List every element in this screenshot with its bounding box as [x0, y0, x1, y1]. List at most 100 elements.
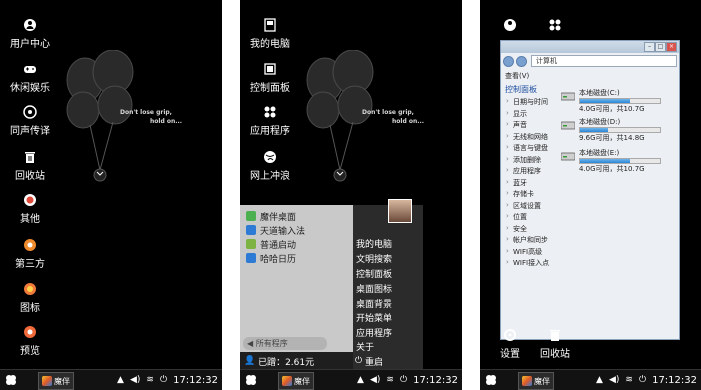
- volume-icon[interactable]: ◀): [130, 375, 140, 385]
- nav-item[interactable]: 语言与键盘: [505, 143, 567, 155]
- drive-usage-fill: [580, 128, 608, 132]
- person-icon: 👤: [244, 356, 259, 366]
- globe-icon: [264, 151, 276, 163]
- arrow-icon: ◀: [247, 339, 256, 348]
- forward-button[interactable]: [516, 55, 527, 67]
- nav-item[interactable]: 位置: [505, 212, 567, 224]
- desktop-icon-my-computer[interactable]: 我的电脑: [240, 18, 300, 50]
- up-arrow-icon[interactable]: ▲: [117, 375, 124, 385]
- start-menu-item-input-method[interactable]: 天道输入法: [240, 223, 353, 237]
- nav-item[interactable]: 安全: [505, 224, 567, 236]
- wallpaper-quote-line1: Don't lose grip,: [120, 109, 172, 116]
- app-logo-icon: [522, 376, 532, 386]
- taskbar-app-button[interactable]: 魔伴: [518, 372, 554, 390]
- power-icon[interactable]: ⏻: [160, 375, 167, 385]
- clock: 17:12:32: [652, 374, 697, 386]
- drive-item-e[interactable]: 本地磁盘(E:) 4.0G可用，共10.7G: [561, 148, 676, 174]
- app-logo-icon: [42, 376, 52, 386]
- system-tray: ▲ ◀) ≋ ⏻ 17:12:32: [351, 373, 458, 387]
- taskbar-app-button[interactable]: 魔伴: [38, 372, 74, 390]
- desktop-icon-leisure[interactable]: 休闲娱乐: [0, 62, 60, 94]
- back-button[interactable]: [503, 55, 514, 67]
- panel-title: 控制面板: [505, 85, 537, 94]
- close-icon[interactable]: ×: [666, 42, 677, 52]
- drive-usage-fill: [580, 159, 631, 163]
- wifi-icon[interactable]: ≋: [625, 375, 633, 385]
- desktop-icon-recycle-bin[interactable]: 回收站: [0, 150, 60, 182]
- nav-item[interactable]: 显示: [505, 109, 567, 121]
- start-clover-icon[interactable]: [244, 373, 258, 387]
- desktop-icon-user-center[interactable]: 用户中心: [0, 18, 60, 50]
- restart-button[interactable]: ⏻ 重启: [355, 354, 395, 368]
- wifi-icon[interactable]: ≋: [386, 375, 394, 385]
- avatar[interactable]: [388, 199, 412, 223]
- start-menu-item-mobanzhuomian[interactable]: 魔伴桌面: [240, 209, 353, 223]
- start-menu-item-normal-boot[interactable]: 普通启动: [240, 237, 353, 251]
- nav-item[interactable]: 区域设置: [505, 201, 567, 213]
- explorer-window: – □ × 计算机 查看(V) 控制面板 日期与时间 显示 声音 无线和网络 语…: [500, 40, 680, 340]
- nav-item[interactable]: 蓝牙: [505, 178, 567, 190]
- desktop-icon-other[interactable]: 其他: [0, 193, 60, 225]
- window-titlebar[interactable]: – □ ×: [501, 41, 679, 53]
- trash-icon: [25, 152, 35, 163]
- hard-drive-icon: [561, 121, 575, 130]
- up-arrow-icon[interactable]: ▲: [357, 375, 364, 385]
- minimize-icon[interactable]: –: [644, 42, 655, 52]
- desktop-icon-translate[interactable]: 同声传译: [0, 105, 60, 137]
- nav-item[interactable]: 声音: [505, 120, 567, 132]
- desktop-icon-preview[interactable]: 预览: [0, 325, 60, 357]
- desktop-icon-web-surfing[interactable]: 网上冲浪: [240, 150, 300, 182]
- clock: 17:12:32: [173, 374, 218, 386]
- start-right-item[interactable]: 应用程序: [356, 326, 392, 339]
- start-clover-icon[interactable]: [484, 373, 498, 387]
- desktop-icon-recycle-bin[interactable]: 回收站: [525, 328, 585, 360]
- nav-item[interactable]: 添加删除: [505, 155, 567, 167]
- start-menu-item-calendar[interactable]: 哈哈日历: [240, 251, 353, 265]
- desktop-icon-apps[interactable]: [525, 18, 585, 35]
- nav-item[interactable]: 应用程序: [505, 166, 567, 178]
- taskbar-app-button[interactable]: 魔伴: [278, 372, 314, 390]
- start-right-item[interactable]: 控制面板: [356, 267, 392, 280]
- start-right-item[interactable]: 开始菜单: [356, 311, 392, 324]
- icon-theme-icon: [24, 283, 36, 295]
- start-right-item[interactable]: 文明搜索: [356, 252, 392, 265]
- view-menu[interactable]: 查看(V): [505, 71, 529, 81]
- control-panel-icon: [264, 63, 276, 75]
- settings-icon: [504, 329, 516, 341]
- desktop-icon-icon-theme[interactable]: 图标: [0, 282, 60, 314]
- volume-icon[interactable]: ◀): [370, 375, 380, 385]
- volume-icon[interactable]: ◀): [609, 375, 619, 385]
- nav-item[interactable]: 帐户和同步: [505, 235, 567, 247]
- power-icon[interactable]: ⏻: [639, 375, 646, 385]
- desktop-icon-control-panel[interactable]: 控制面板: [240, 62, 300, 94]
- drive-item-d[interactable]: 本地磁盘(D:) 9.6G可用，共14.8G: [561, 117, 676, 143]
- nav-item[interactable]: WIFI接入点: [505, 258, 567, 270]
- up-arrow-icon[interactable]: ▲: [596, 375, 603, 385]
- nav-item[interactable]: 日期与时间: [505, 97, 567, 109]
- start-right-item[interactable]: 关于: [356, 340, 374, 353]
- gamepad-icon: [24, 66, 36, 73]
- wallpaper-quote-line2: hold on...: [392, 118, 425, 125]
- power-icon[interactable]: ⏻: [400, 375, 407, 385]
- taskbar: 魔伴 ▲ ◀) ≋ ⏻ 17:12:32: [0, 369, 222, 390]
- start-right-item[interactable]: 我的电脑: [356, 237, 392, 250]
- start-clover-icon[interactable]: [4, 373, 18, 387]
- computer-icon: [264, 18, 276, 32]
- wifi-icon[interactable]: ≋: [146, 375, 154, 385]
- user-icon: [24, 19, 36, 31]
- nav-item[interactable]: 存储卡: [505, 189, 567, 201]
- start-right-item[interactable]: 桌面图标: [356, 282, 392, 295]
- drive-item-c[interactable]: 本地磁盘(C:) 4.0G可用，共10.7G: [561, 88, 676, 114]
- nav-item[interactable]: WIFI高级: [505, 247, 567, 259]
- desktop-icon-apps[interactable]: 应用程序: [240, 105, 300, 137]
- address-input[interactable]: 计算机: [531, 55, 677, 67]
- nav-item[interactable]: 无线和网络: [505, 132, 567, 144]
- apps-icon: [264, 106, 276, 118]
- all-programs-button[interactable]: ◀ 所有程序: [243, 337, 327, 350]
- start-right-item[interactable]: 桌面背景: [356, 297, 392, 310]
- wallpaper-quote-line1: Don't lose grip,: [362, 109, 414, 116]
- start-menu-left-pane: 魔伴桌面 天道输入法 普通启动 哈哈日历 ◀ 所有程序 👤 已蹭：2.61元: [240, 205, 353, 370]
- desktop-icon-third-party[interactable]: 第三方: [0, 238, 60, 270]
- address-bar: 计算机: [503, 55, 677, 67]
- maximize-icon[interactable]: □: [655, 42, 666, 52]
